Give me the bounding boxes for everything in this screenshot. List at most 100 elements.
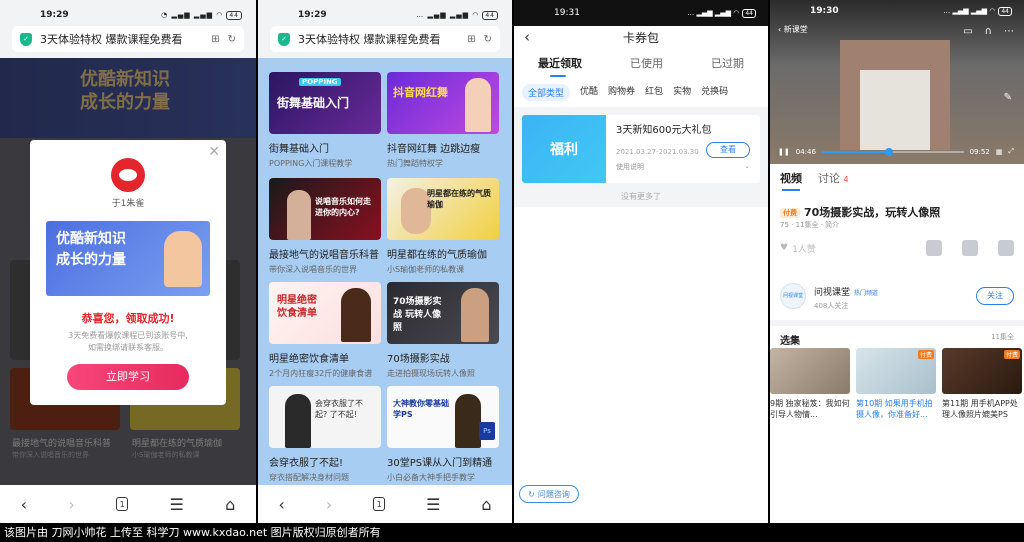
panel-course-player: 19:30 … ▂▄▆ ▂▄▆ ◠ 44 ‹ 新课堂 ▭ ∩ ⋯ ✎ ❚❚ 04:…: [770, 0, 1024, 523]
view-button[interactable]: 查看: [706, 142, 750, 158]
share-icon[interactable]: [998, 240, 1014, 256]
progress-bar[interactable]: [821, 147, 964, 156]
category-shopping[interactable]: 购物券: [608, 84, 635, 101]
bookmark-icon[interactable]: ⊞: [467, 34, 475, 45]
episode-thumbnail: [770, 348, 850, 394]
refresh-icon[interactable]: ↻: [484, 34, 492, 45]
shield-icon: ✓: [278, 32, 290, 46]
pause-icon[interactable]: ❚❚: [778, 148, 790, 156]
back-icon[interactable]: ‹: [524, 28, 530, 46]
bookmark-icon[interactable]: ⊞: [211, 34, 219, 45]
time-total: 09:52: [969, 147, 990, 156]
course-card[interactable]: 70场摄影实战 玩转人像照 70场摄影实战 走进拍摄现场玩转人像照: [387, 282, 499, 379]
favorite-icon[interactable]: [926, 240, 942, 256]
course-meta[interactable]: 75 · 11集全 · 简介: [780, 220, 839, 230]
headphones-icon[interactable]: ∩: [985, 26, 992, 37]
address-bar[interactable]: ✓ 3天体验特权 爆款课程免费看 ⊞ ↻: [12, 26, 244, 52]
course-subtitle: 热门舞蹈特权学: [387, 159, 443, 168]
course-card[interactable]: 明星绝密 饮食清单 明星绝密饮食清单 2个月内狂瘦32斤的健康食谱: [269, 282, 381, 379]
modal-banner-text-2: 成长的力量: [56, 252, 126, 268]
tabs-icon[interactable]: 1: [373, 497, 386, 511]
tab-recent[interactable]: 最近领取: [538, 55, 582, 77]
follow-button[interactable]: 关注: [976, 286, 1014, 305]
menu-icon[interactable]: ☰: [169, 495, 183, 514]
time-current: 04:46: [795, 147, 816, 156]
course-thumbnail: 70场摄影实战 玩转人像照: [387, 282, 499, 344]
home-icon[interactable]: ⌂: [481, 495, 491, 514]
avatar-name: 于1朱雀: [111, 199, 145, 209]
divider: [770, 320, 1024, 326]
course-card[interactable]: 明星都在练的气质瑜伽 明星都在练的气质瑜伽 小S瑜伽老师的私教课: [387, 178, 499, 275]
category-physical[interactable]: 实物: [673, 84, 691, 101]
help-button[interactable]: ↻ 问题咨询: [519, 485, 579, 503]
course-subtitle: 走进拍摄现场玩转人像照: [387, 369, 475, 378]
author-avatar[interactable]: 问视课堂: [780, 282, 806, 309]
progress-handle[interactable]: [884, 147, 893, 156]
fullscreen-icon[interactable]: ⤢: [1008, 147, 1014, 156]
thumbnail-text: 街舞基础入门: [277, 96, 350, 110]
refresh-icon: ↻: [528, 489, 535, 499]
avatar: [111, 158, 145, 192]
edit-icon[interactable]: ✎: [1004, 92, 1012, 103]
episode-item[interactable]: 9期 独家秘笈：我如何引导人物情...: [770, 348, 850, 420]
discuss-count: 4: [843, 175, 849, 184]
course-thumbnail: 大神教你零基础学PS Ps: [387, 386, 499, 448]
chevron-down-icon[interactable]: ⌄: [744, 162, 750, 172]
course-card[interactable]: 会穿衣服了不起? 了不起! 会穿衣服了不起! 穿衣搭配解决身材问题: [269, 386, 381, 483]
course-card[interactable]: 大神教你零基础学PS Ps 30堂PS课从入门到精通 小白必备大神手把手教学: [387, 386, 499, 483]
modal-banner: 优酷新知识 成长的力量: [46, 221, 210, 296]
success-message: 恭喜您，领取成功!: [81, 312, 175, 325]
back-icon[interactable]: ‹: [21, 495, 27, 514]
tv-cast-icon[interactable]: ▭: [963, 26, 972, 37]
all-episodes-link[interactable]: 11集全: [991, 332, 1014, 347]
course-card[interactable]: 抖音网红舞 抖音网红舞 边跳边瘦 热门舞蹈特权学: [387, 72, 499, 169]
page-title: 卡券包: [622, 30, 659, 45]
episode-item[interactable]: 付费 第11期 用手机APP处理人像照片媲美PS: [942, 348, 1022, 420]
category-all[interactable]: 全部类型: [522, 84, 571, 101]
content-tabs: 视频 讨论 4: [780, 170, 849, 191]
address-text: 3天体验特权 爆款课程免费看: [40, 33, 183, 46]
download-icon[interactable]: [962, 240, 978, 256]
coupon-card[interactable]: 福利 3天新知600元大礼包 2021.03.27-2021.03.30 使用说…: [522, 115, 760, 183]
ps-logo-icon: Ps: [479, 422, 495, 440]
quality-icon[interactable]: ▦: [996, 148, 1003, 156]
panel-promo-modal: 19:29 ◔ ▂▄▆ ▂▄▆ ◠ 44 ✓ 3天体验特权 爆款课程免费看 ⊞ ↻ …: [0, 0, 256, 523]
tab-video[interactable]: 视频: [780, 170, 802, 191]
video-player[interactable]: 19:30 … ▂▄▆ ▂▄▆ ◠ 44 ‹ 新课堂 ▭ ∩ ⋯ ✎ ❚❚ 04:…: [770, 0, 1024, 164]
forward-icon[interactable]: ›: [326, 495, 332, 514]
address-text: 3天体验特权 爆款课程免费看: [298, 33, 441, 46]
home-icon[interactable]: ⌂: [225, 495, 235, 514]
refresh-icon[interactable]: ↻: [228, 34, 236, 45]
menu-icon[interactable]: ☰: [426, 495, 440, 514]
category-youku[interactable]: 优酷: [580, 84, 598, 101]
coupon-title: 3天新知600元大礼包: [616, 125, 712, 136]
status-time: 19:29: [40, 10, 69, 20]
episode-item[interactable]: 付费 第10期 如果用手机拍摄人像，你准备好...: [856, 348, 936, 420]
author-name[interactable]: 问视课堂: [814, 288, 850, 298]
usage-link[interactable]: 使用说明: [616, 162, 644, 172]
back-icon[interactable]: ‹: [278, 495, 284, 514]
more-icon[interactable]: ⋯: [1004, 26, 1014, 37]
signal-icon: … ▂▄▆ ▂▄▆ ◠ 44: [687, 8, 756, 18]
course-card[interactable]: 说唱音乐如何走进你的内心? 最接地气的说唱音乐科普 带你深入说唱音乐的世界: [269, 178, 381, 275]
course-title: 明星都在练的气质瑜伽: [387, 250, 487, 261]
tab-discuss[interactable]: 讨论 4: [818, 170, 849, 186]
close-icon[interactable]: ✕: [208, 144, 220, 160]
start-learning-button[interactable]: 立即学习: [67, 364, 189, 390]
category-redeem[interactable]: 兑换码: [701, 84, 728, 101]
tab-expired[interactable]: 已过期: [711, 55, 744, 71]
course-subtitle: 2个月内狂瘦32斤的健康食谱: [269, 369, 373, 378]
like-icon[interactable]: ♥: [780, 243, 788, 253]
panel-coupon-wallet: 19:31 … ▂▄▆ ▂▄▆ ◠ 44 ‹ 卡券包 最近领取 已使用 已过期 全…: [514, 0, 768, 523]
course-thumbnail: 明星绝密 饮食清单: [269, 282, 381, 344]
signal-icon: … ▂▄▆ ▂▄▆ ◠ 44: [943, 6, 1012, 16]
tabs-icon[interactable]: 1: [116, 497, 129, 511]
status-time: 19:31: [554, 8, 580, 18]
person-image: [341, 288, 371, 342]
no-more-text: 没有更多了: [621, 192, 661, 201]
category-redpacket[interactable]: 红包: [645, 84, 663, 101]
forward-icon[interactable]: ›: [68, 495, 74, 514]
course-card[interactable]: 街舞基础入门 POPPING 街舞基础入门 POPPING入门课程教学: [269, 72, 381, 169]
tab-used[interactable]: 已使用: [630, 55, 663, 71]
address-bar[interactable]: ✓ 3天体验特权 爆款课程免费看 ⊞ ↻: [270, 26, 500, 52]
